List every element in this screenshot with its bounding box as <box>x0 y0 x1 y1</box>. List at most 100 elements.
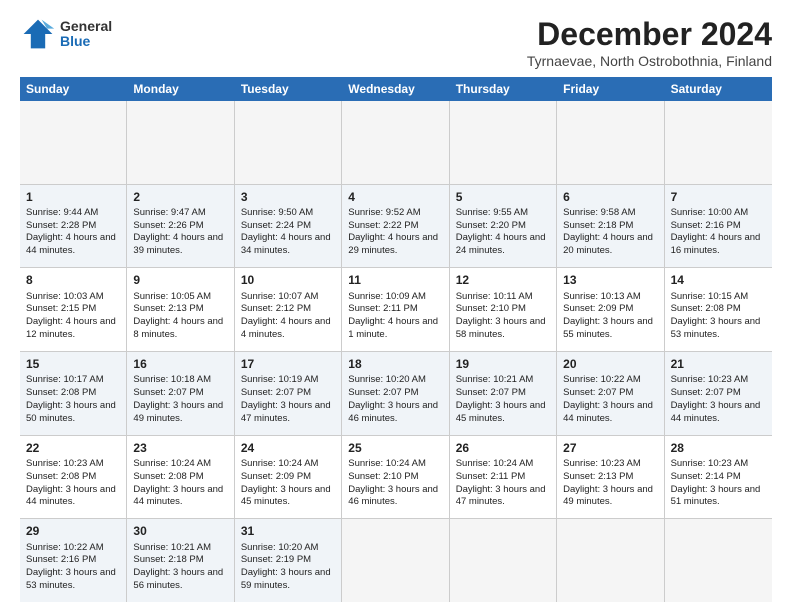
sunrise-text: Sunrise: 10:22 AM <box>563 374 641 385</box>
sunset-text: Sunset: 2:20 PM <box>456 220 526 231</box>
calendar-cell-w5-d5: 26Sunrise: 10:24 AMSunset: 2:11 PMDaylig… <box>450 436 557 519</box>
sunset-text: Sunset: 2:12 PM <box>241 303 311 314</box>
sunrise-text: Sunrise: 10:00 AM <box>671 207 749 218</box>
sunset-text: Sunset: 2:24 PM <box>241 220 311 231</box>
sunset-text: Sunset: 2:08 PM <box>671 303 741 314</box>
sunrise-text: Sunrise: 10:23 AM <box>26 458 104 469</box>
calendar-cell-w2-d3: 3Sunrise: 9:50 AMSunset: 2:24 PMDaylight… <box>235 185 342 268</box>
calendar-cell-w5-d4: 25Sunrise: 10:24 AMSunset: 2:10 PMDaylig… <box>342 436 449 519</box>
sunset-text: Sunset: 2:16 PM <box>671 220 741 231</box>
sunrise-text: Sunrise: 9:47 AM <box>133 207 205 218</box>
sunrise-text: Sunrise: 9:55 AM <box>456 207 528 218</box>
sunrise-text: Sunrise: 9:50 AM <box>241 207 313 218</box>
calendar: Sunday Monday Tuesday Wednesday Thursday… <box>20 77 772 602</box>
sunset-text: Sunset: 2:28 PM <box>26 220 96 231</box>
daylight-text: Daylight: 3 hours and 44 minutes. <box>133 484 223 508</box>
sunset-text: Sunset: 2:26 PM <box>133 220 203 231</box>
sunset-text: Sunset: 2:07 PM <box>133 387 203 398</box>
calendar-cell-w2-d2: 2 Sunrise: 9:47 AM Sunset: 2:26 PMDaylight… <box>127 185 234 268</box>
header-sunday: Sunday <box>20 77 127 101</box>
daylight-text: Daylight: 4 hours and 24 minutes. <box>456 232 546 256</box>
calendar-cell-w4-d1: 15Sunrise: 10:17 AMSunset: 2:08 PMDaylig… <box>20 352 127 435</box>
subtitle: Tyrnaevae, North Ostrobothnia, Finland <box>527 53 772 69</box>
daylight-text: Daylight: 4 hours and 20 minutes. <box>563 232 653 256</box>
header: General Blue December 2024 Tyrnaevae, No… <box>20 16 772 69</box>
sunset-text: Sunset: 2:09 PM <box>241 471 311 482</box>
daylight-text: Daylight: 3 hours and 49 minutes. <box>563 484 653 508</box>
calendar-cell-w5-d7: 28Sunrise: 10:23 AMSunset: 2:14 PMDaylig… <box>665 436 772 519</box>
calendar-cell-w6-d3: 31Sunrise: 10:20 AMSunset: 2:19 PMDaylig… <box>235 519 342 602</box>
sunrise-text: Sunrise: 10:21 AM <box>456 374 534 385</box>
sunset-text: Sunset: 2:07 PM <box>241 387 311 398</box>
calendar-cell-w3-d1: 8Sunrise: 10:03 AMSunset: 2:15 PMDayligh… <box>20 268 127 351</box>
logo-blue-text: Blue <box>60 34 112 49</box>
calendar-cell-w2-d6: 6Sunrise: 9:58 AMSunset: 2:18 PMDaylight… <box>557 185 664 268</box>
sunrise-text: Sunrise: 10:24 AM <box>348 458 426 469</box>
day-number: 18 <box>348 356 442 372</box>
logo-text: General Blue <box>60 19 112 50</box>
calendar-cell-w1-d6 <box>557 101 664 184</box>
calendar-cell-w6-d2: 30Sunrise: 10:21 AMSunset: 2:18 PMDaylig… <box>127 519 234 602</box>
sunset-text: Sunset: 2:08 PM <box>26 387 96 398</box>
calendar-cell-w5-d1: 22Sunrise: 10:23 AMSunset: 2:08 PMDaylig… <box>20 436 127 519</box>
header-saturday: Saturday <box>665 77 772 101</box>
daylight-text: Daylight: 4 hours and 39 minutes. <box>133 232 223 256</box>
day-number: 20 <box>563 356 657 372</box>
sunrise-text: Sunrise: 10:24 AM <box>456 458 534 469</box>
day-number: 31 <box>241 523 335 539</box>
calendar-header-row: Sunday Monday Tuesday Wednesday Thursday… <box>20 77 772 101</box>
day-number: 22 <box>26 440 120 456</box>
sunrise-text: Sunrise: 10:24 AM <box>241 458 319 469</box>
calendar-cell-w6-d5 <box>450 519 557 602</box>
day-number: 6 <box>563 189 657 205</box>
logo-icon <box>20 16 56 52</box>
day-number: 28 <box>671 440 766 456</box>
day-number: 13 <box>563 272 657 288</box>
day-number: 21 <box>671 356 766 372</box>
sunset-text: Sunset: 2:07 PM <box>348 387 418 398</box>
calendar-cell-w4-d2: 16Sunrise: 10:18 AMSunset: 2:07 PMDaylig… <box>127 352 234 435</box>
calendar-cell-w1-d7 <box>665 101 772 184</box>
sunset-text: Sunset: 2:11 PM <box>348 303 418 314</box>
calendar-body: 1 Sunrise: 9:44 AM Sunset: 2:28 PM Daylight… <box>20 101 772 602</box>
calendar-cell-w1-d3 <box>235 101 342 184</box>
sunset-text: Sunset: 2:14 PM <box>671 471 741 482</box>
calendar-week-2: 1 Sunrise: 9:44 AM Sunset: 2:28 PM Daylight… <box>20 185 772 269</box>
sunrise-text: Sunrise: 10:24 AM <box>133 458 211 469</box>
calendar-cell-w3-d2: 9Sunrise: 10:05 AMSunset: 2:13 PMDayligh… <box>127 268 234 351</box>
daylight-text: Daylight: 3 hours and 45 minutes. <box>241 484 331 508</box>
sunset-text: Sunset: 2:10 PM <box>348 471 418 482</box>
sunset-text: Sunset: 2:13 PM <box>563 471 633 482</box>
sunset-text: Sunset: 2:08 PM <box>133 471 203 482</box>
calendar-week-5: 22 Sunrise: 10:23 AM Sunset: 2:08 PM Daylig… <box>20 436 772 520</box>
sunrise-text: Sunrise: 9:44 AM <box>26 207 98 218</box>
day-number: 8 <box>26 272 120 288</box>
sunset-text: Sunset: 2:07 PM <box>456 387 526 398</box>
day-number: 14 <box>671 272 766 288</box>
calendar-cell-w6-d1: 29Sunrise: 10:22 AMSunset: 2:16 PMDaylig… <box>20 519 127 602</box>
day-number: 26 <box>456 440 550 456</box>
sunrise-text: Sunrise: 10:23 AM <box>671 458 749 469</box>
sunrise-text: Sunrise: 10:15 AM <box>671 291 749 302</box>
calendar-cell-w4-d4: 18Sunrise: 10:20 AMSunset: 2:07 PMDaylig… <box>342 352 449 435</box>
daylight-text: Daylight: 3 hours and 44 minutes. <box>26 484 116 508</box>
day-number: 1 <box>26 189 120 205</box>
calendar-cell-w6-d6 <box>557 519 664 602</box>
calendar-cell-w3-d3: 10Sunrise: 10:07 AMSunset: 2:12 PMDaylig… <box>235 268 342 351</box>
day-number: 16 <box>133 356 227 372</box>
calendar-cell-w5-d6: 27Sunrise: 10:23 AMSunset: 2:13 PMDaylig… <box>557 436 664 519</box>
sunrise-text: Sunrise: 9:58 AM <box>563 207 635 218</box>
calendar-cell-w2-d5: 5Sunrise: 9:55 AMSunset: 2:20 PMDaylight… <box>450 185 557 268</box>
daylight-text: Daylight: 3 hours and 59 minutes. <box>241 567 331 591</box>
daylight-text: Daylight: 4 hours and 8 minutes. <box>133 316 223 340</box>
sunrise-text: Sunrise: 10:07 AM <box>241 291 319 302</box>
sunrise-text: Sunrise: 10:11 AM <box>456 291 533 302</box>
day-number: 27 <box>563 440 657 456</box>
calendar-cell-w3-d4: 11Sunrise: 10:09 AMSunset: 2:11 PMDaylig… <box>342 268 449 351</box>
header-monday: Monday <box>127 77 234 101</box>
calendar-week-6: 29Sunrise: 10:22 AMSunset: 2:16 PMDaylig… <box>20 519 772 602</box>
day-number: 29 <box>26 523 120 539</box>
day-number: 2 <box>133 189 227 205</box>
sunrise-text: Sunrise: 10:09 AM <box>348 291 426 302</box>
day-number: 11 <box>348 272 442 288</box>
